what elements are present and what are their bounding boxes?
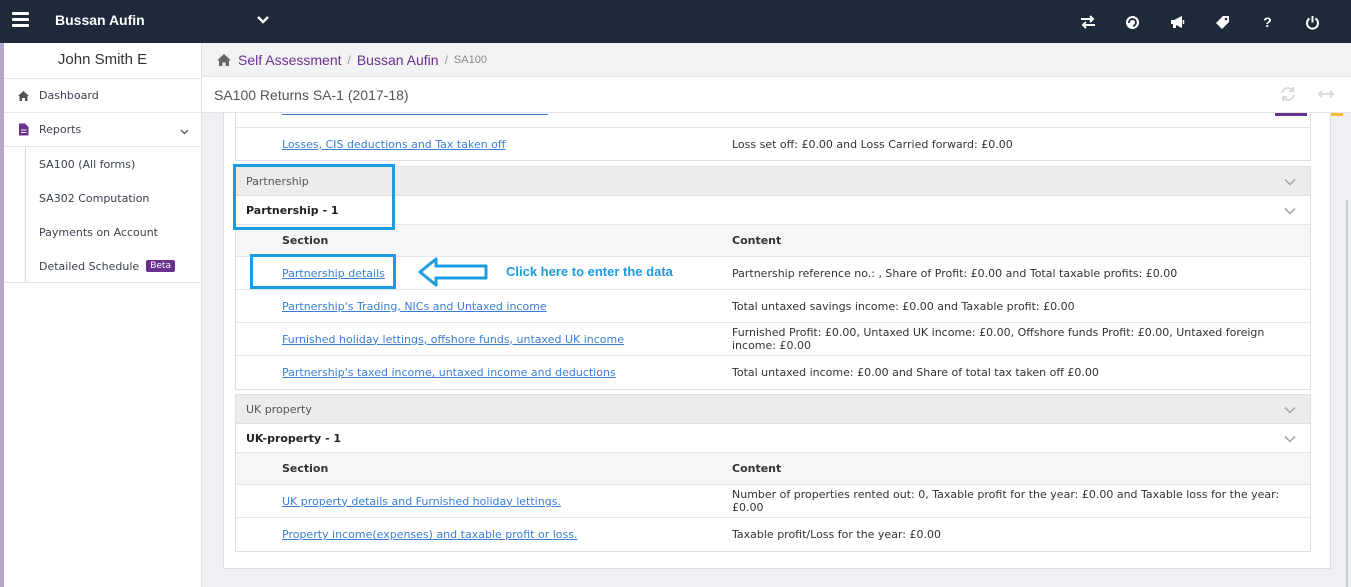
chevron-down-icon: [180, 125, 189, 138]
table-row: Property income(expenses) and taxable pr…: [236, 518, 1310, 551]
self-employment-fragment: Losses, CIS deductions and Tax taken off…: [235, 113, 1311, 161]
section-link[interactable]: Property income(expenses) and taxable pr…: [282, 528, 577, 541]
truncated-link[interactable]: [282, 113, 548, 115]
group-header[interactable]: UK property: [236, 395, 1310, 424]
partnership-details-link[interactable]: Partnership details: [282, 267, 385, 280]
table-row: Partnership details Partnership referenc…: [236, 257, 1310, 290]
client-name: Bussan Aufin: [55, 12, 145, 28]
table-row: Partnership's taxed income, untaxed inco…: [236, 356, 1310, 389]
section-content: Taxable profit/Loss for the year: £0.00: [732, 528, 941, 541]
table-row: Partnership's Trading, NICs and Untaxed …: [236, 290, 1310, 323]
home-icon: [16, 89, 30, 103]
chevron-down-icon[interactable]: [1284, 404, 1296, 417]
subgroup-header[interactable]: Partnership - 1: [236, 196, 1310, 225]
sidebar-item-label: Dashboard: [39, 89, 99, 102]
sidebar-item-label: Payments on Account: [39, 225, 158, 239]
annotation-text: Click here to enter the data: [506, 264, 673, 279]
section-link[interactable]: Losses, CIS deductions and Tax taken off: [282, 138, 506, 151]
beta-badge: Beta: [146, 260, 175, 272]
refresh-icon[interactable]: [1279, 86, 1299, 104]
sidebar-item-detailed-schedule[interactable]: Detailed Schedule Beta: [4, 249, 201, 283]
page-title: SA100 Returns SA-1 (2017-18): [214, 86, 409, 103]
refresh-circle-icon[interactable]: [1110, 9, 1155, 35]
breadcrumb-client[interactable]: Bussan Aufin: [357, 52, 439, 68]
sidebar-item-label: Detailed Schedule: [39, 259, 140, 273]
hamburger-menu-icon[interactable]: [12, 12, 29, 28]
status-marker: [1275, 113, 1307, 116]
table-row: Losses, CIS deductions and Tax taken off…: [236, 127, 1310, 160]
section-link[interactable]: Partnership's taxed income, untaxed inco…: [282, 366, 616, 379]
column-header-section: Section: [282, 234, 329, 247]
section-link[interactable]: UK property details and Furnished holida…: [282, 495, 561, 508]
group-title: Partnership: [246, 174, 309, 188]
returns-panel: Losses, CIS deductions and Tax taken off…: [223, 113, 1331, 569]
chevron-down-icon[interactable]: [1284, 205, 1296, 218]
user-name: John Smith E: [4, 43, 201, 79]
uk-property-group: UK property UK-property - 1 Section Cont…: [235, 394, 1311, 552]
subgroup-header[interactable]: UK-property - 1: [236, 424, 1310, 453]
partnership-group: Partnership Partnership - 1 Section Cont…: [235, 166, 1311, 390]
document-icon: [16, 123, 30, 137]
section-content: Partnership reference no.: , Share of Pr…: [732, 266, 1178, 280]
breadcrumb-current: SA100: [453, 53, 487, 66]
table-header: Section Content: [236, 453, 1310, 485]
sidebar-item-label: Reports: [39, 123, 82, 136]
collapse-icon[interactable]: [1317, 86, 1337, 104]
switch-icon[interactable]: [1065, 9, 1110, 35]
sidebar-item-dashboard[interactable]: Dashboard: [4, 79, 201, 113]
group-title: UK property: [246, 402, 312, 416]
column-header-content: Content: [732, 234, 782, 247]
section-content: Total untaxed savings income: £0.00 and …: [732, 299, 1075, 313]
sidebar-item-label: SA302 Computation: [39, 191, 150, 205]
reports-submenu: SA100 (All forms) SA302 Computation Paym…: [4, 147, 201, 283]
section-content: Total untaxed income: £0.00 and Share of…: [732, 366, 1099, 379]
section-link[interactable]: Partnership's Trading, NICs and Untaxed …: [282, 300, 547, 313]
column-header-section: Section: [282, 462, 329, 475]
table-row: Furnished holiday lettings, offshore fun…: [236, 323, 1310, 356]
scrollbar[interactable]: [1346, 200, 1348, 587]
tag-icon[interactable]: [1200, 9, 1245, 35]
section-content: Loss set off: £0.00 and Loss Carried for…: [732, 137, 1013, 151]
group-header[interactable]: Partnership: [236, 167, 1310, 196]
section-link[interactable]: Furnished holiday lettings, offshore fun…: [282, 333, 624, 346]
section-content: Number of properties rented out: 0, Taxa…: [732, 488, 1280, 514]
subgroup-title: UK-property - 1: [246, 431, 341, 445]
breadcrumb-separator: /: [347, 52, 351, 67]
help-icon[interactable]: ?: [1245, 9, 1290, 35]
top-navbar: Bussan Aufin ?: [0, 0, 1351, 43]
page-title-bar: SA100 Returns SA-1 (2017-18): [202, 77, 1351, 113]
breadcrumb-self-assessment[interactable]: Self Assessment: [238, 52, 342, 68]
chevron-down-icon[interactable]: [1284, 433, 1296, 446]
column-header-content: Content: [732, 462, 782, 475]
chevron-down-icon[interactable]: [256, 12, 270, 31]
sidebar-item-payments-on-account[interactable]: Payments on Account: [4, 215, 201, 249]
annotation-arrow-icon: [418, 256, 490, 292]
breadcrumb: Self Assessment / Bussan Aufin / SA100: [202, 43, 1351, 77]
sidebar-item-sa302[interactable]: SA302 Computation: [4, 181, 201, 215]
sidebar-divider: [4, 282, 201, 283]
table-row: UK property details and Furnished holida…: [236, 485, 1310, 518]
megaphone-icon[interactable]: [1155, 9, 1200, 35]
chevron-down-icon[interactable]: [1284, 176, 1296, 189]
home-icon[interactable]: [216, 53, 232, 67]
sidebar-item-sa100[interactable]: SA100 (All forms): [4, 147, 201, 181]
sidebar-item-label: SA100 (All forms): [39, 157, 136, 171]
subgroup-title: Partnership - 1: [246, 203, 339, 217]
sidebar-item-reports[interactable]: Reports: [4, 113, 201, 147]
breadcrumb-separator: /: [444, 52, 448, 67]
sidebar: John Smith E Dashboard Reports SA100 (Al…: [0, 43, 202, 587]
power-icon[interactable]: [1290, 9, 1335, 35]
section-content: Furnished Profit: £0.00, Untaxed UK inco…: [732, 326, 1265, 352]
table-header: Section Content: [236, 225, 1310, 257]
